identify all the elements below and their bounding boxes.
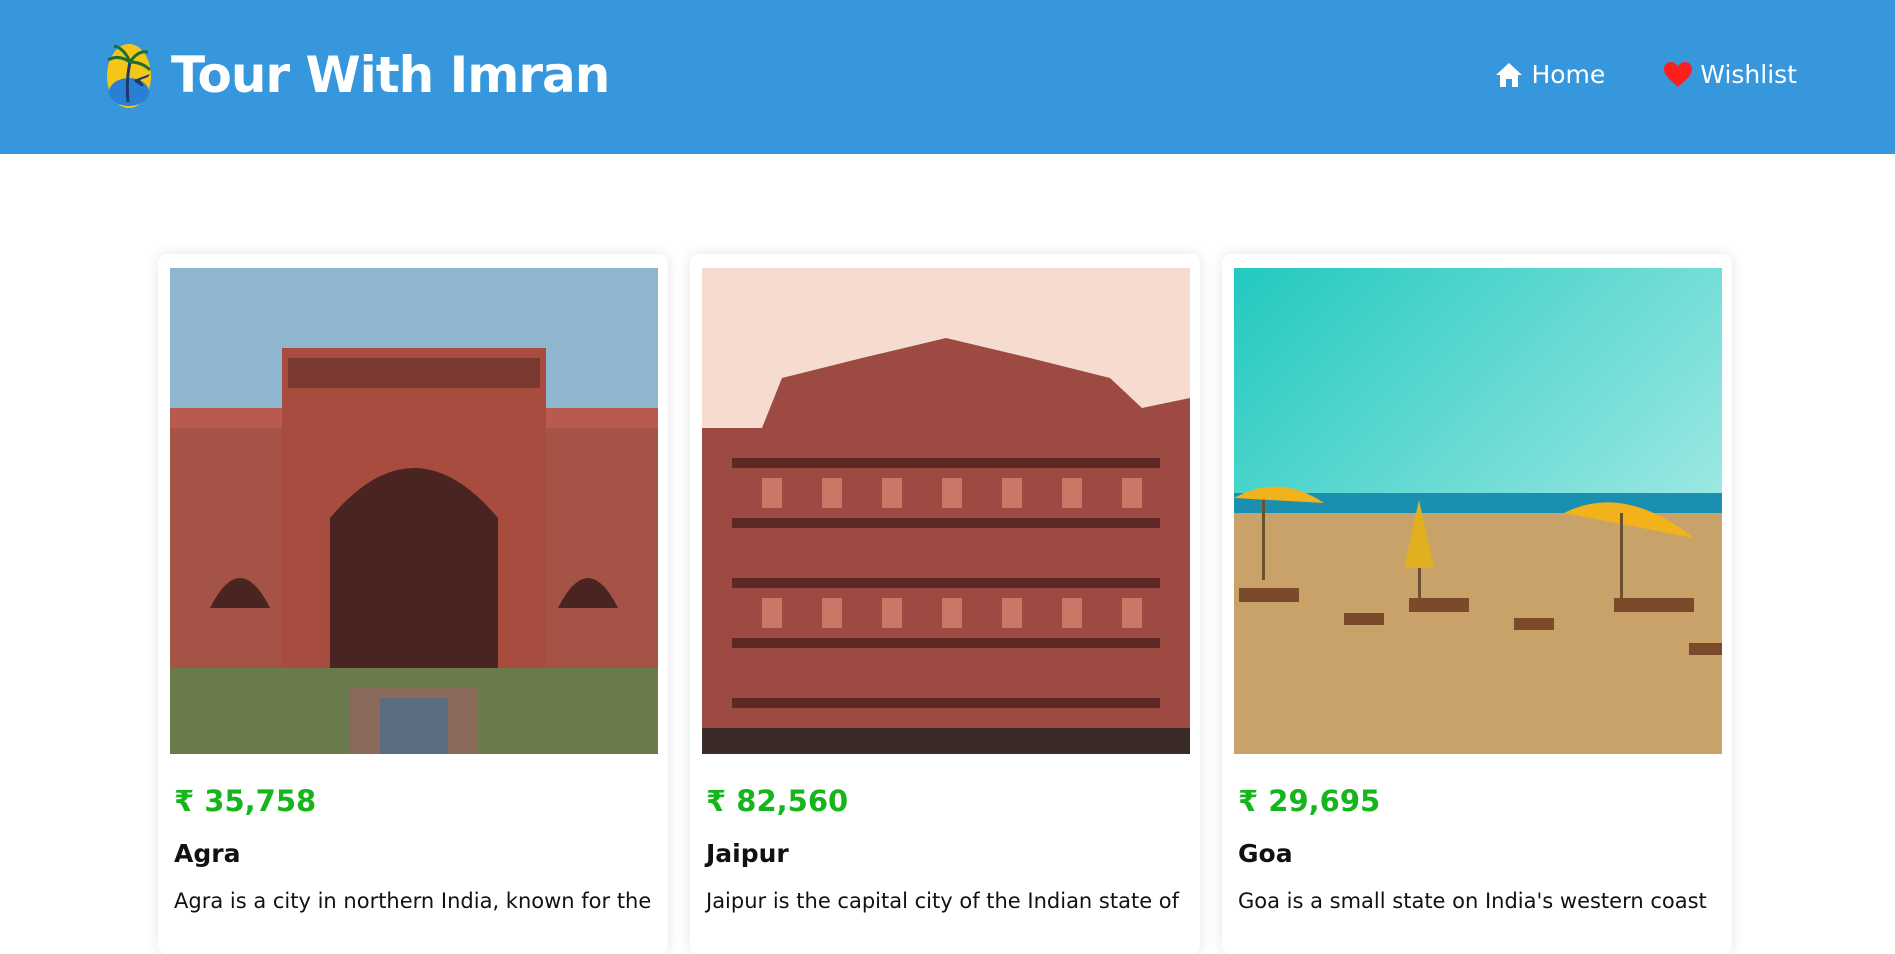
tour-description: Goa is a small state on India's western … <box>1238 889 1707 913</box>
nav-wishlist-link[interactable]: Wishlist <box>1663 56 1797 94</box>
tour-description: Jaipur is the capital city of the Indian… <box>706 889 1180 913</box>
brand-title: Tour With Imran <box>171 46 610 104</box>
taj-mahal-gate-photo <box>170 268 658 754</box>
tour-cards: ₹ 35,758 Agra Agra is a city in northern… <box>158 254 1754 954</box>
nav-home-link[interactable]: Home <box>1494 56 1605 94</box>
tour-price: ₹ 35,758 <box>174 784 317 818</box>
tour-card-goa[interactable]: ₹ 29,695 Goa Goa is a small state on Ind… <box>1222 254 1732 954</box>
tour-name: Agra <box>174 839 241 868</box>
tour-price: ₹ 82,560 <box>706 784 849 818</box>
nav-wishlist-label: Wishlist <box>1700 60 1797 89</box>
palm-tree-plane-logo-icon <box>107 44 152 108</box>
heart-icon <box>1664 62 1693 87</box>
tour-card-jaipur[interactable]: ₹ 82,560 Jaipur Jaipur is the capital ci… <box>690 254 1200 954</box>
tour-price: ₹ 29,695 <box>1238 784 1381 818</box>
tour-description: Agra is a city in northern India, known … <box>174 889 652 913</box>
site-header: Tour With Imran Home Wishlist <box>0 0 1895 154</box>
hawa-mahal-photo <box>702 268 1190 754</box>
goa-beach-umbrellas-photo <box>1234 268 1722 754</box>
main-nav: Home Wishlist <box>1494 56 1797 94</box>
brand[interactable]: Tour With Imran <box>104 40 610 110</box>
tour-name: Jaipur <box>706 839 789 868</box>
tour-name: Goa <box>1238 839 1293 868</box>
tour-card-agra[interactable]: ₹ 35,758 Agra Agra is a city in northern… <box>158 254 668 954</box>
nav-home-label: Home <box>1531 60 1606 89</box>
home-icon <box>1496 63 1523 87</box>
